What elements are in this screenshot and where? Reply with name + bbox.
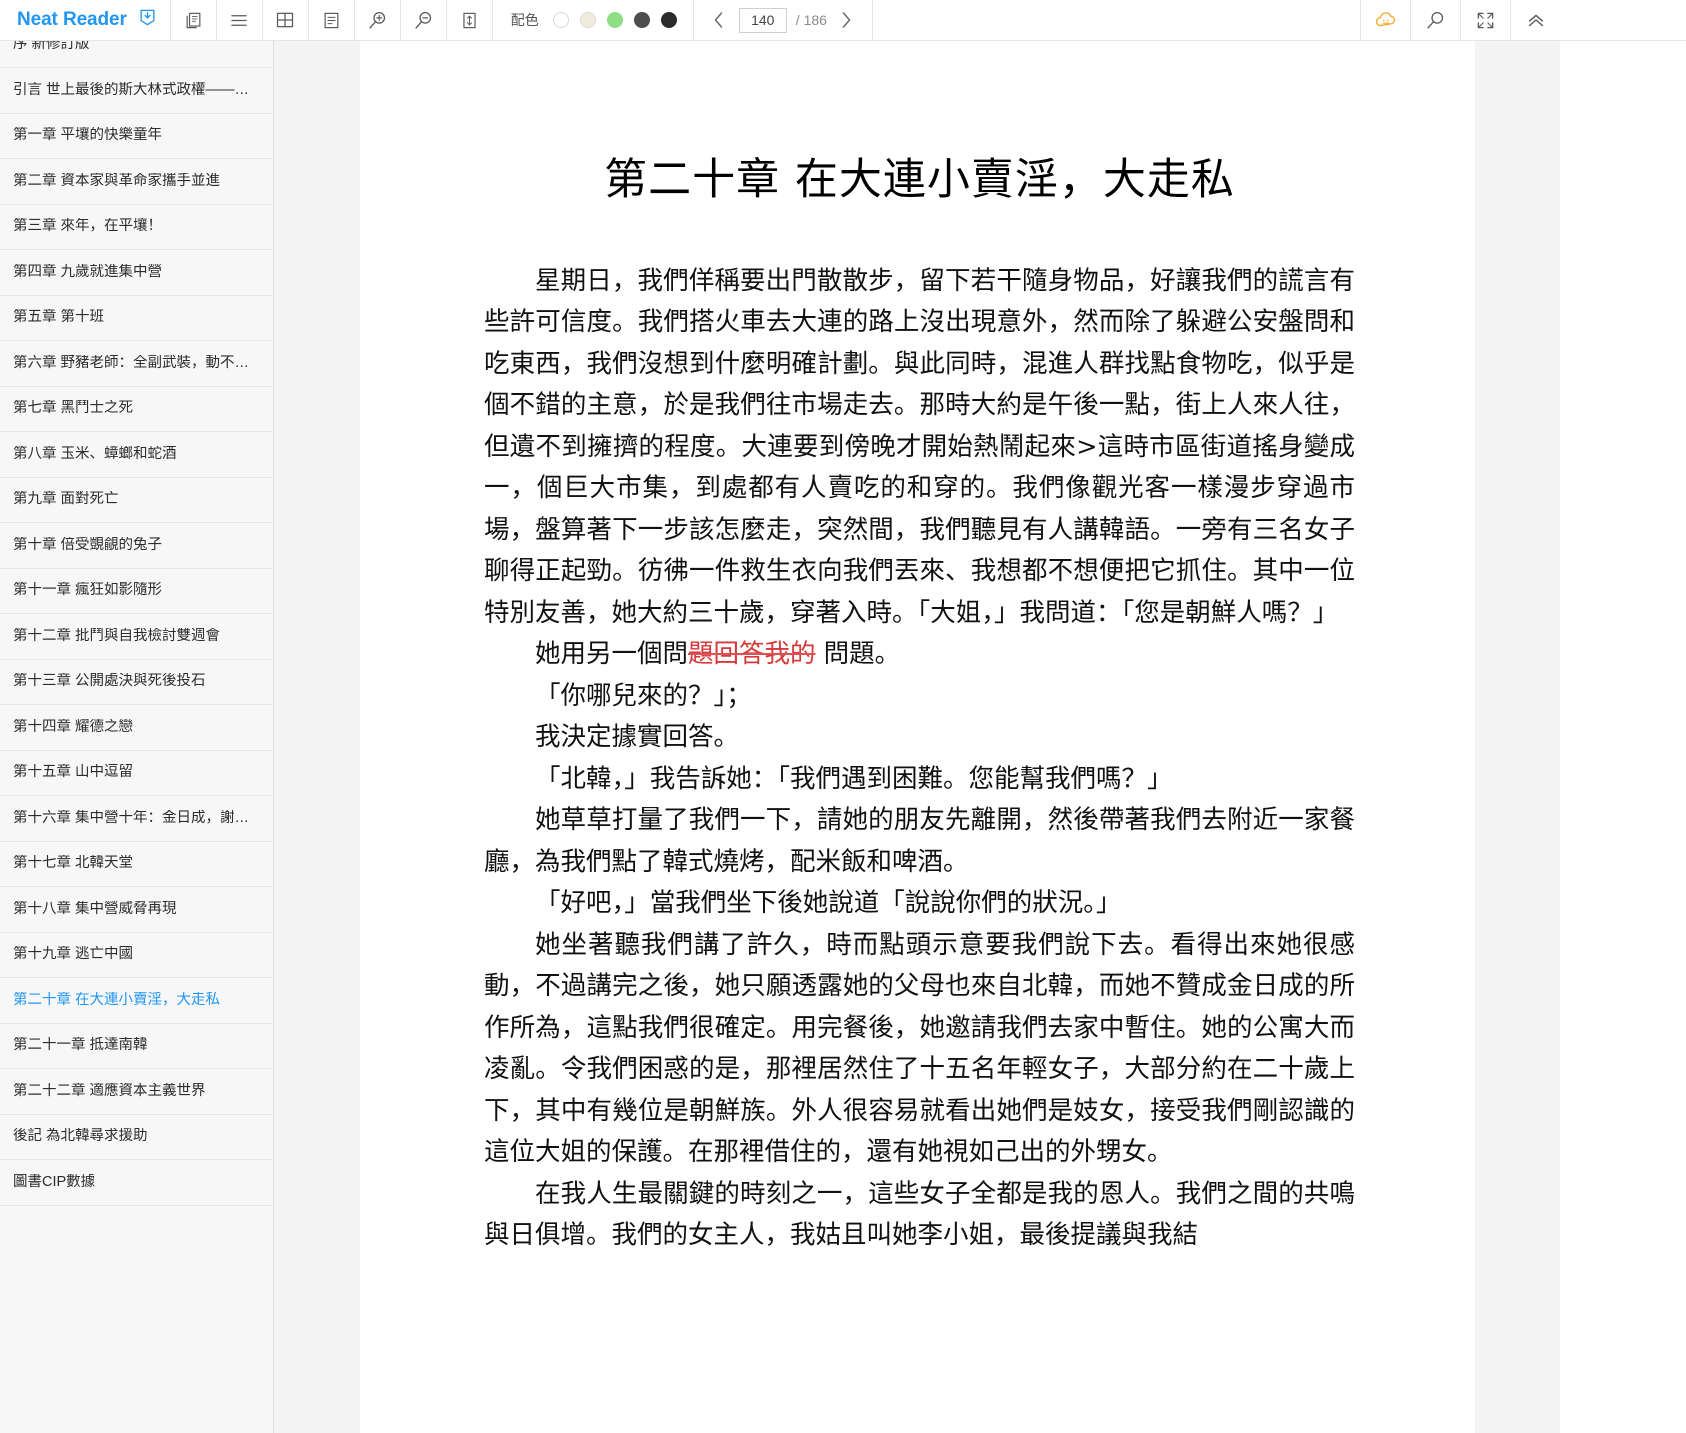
sidebar-item-16[interactable]: 第十四章 耀德之戀 — [0, 705, 273, 751]
top-toolbar: Neat Reader 配色 140 / 186 — [0, 0, 1560, 41]
sidebar-item-17[interactable]: 第十五章 山中逗留 — [0, 751, 273, 796]
save-book-icon[interactable] — [138, 8, 157, 32]
sidebar-item-label: 第二章 資本家與革命家攜手並進 — [13, 172, 221, 189]
toolbar-right-fill — [1560, 0, 1686, 41]
sidebar-item-label: 第八章 玉米、蟑螂和蛇酒 — [13, 445, 177, 462]
swatch-sepia[interactable] — [579, 12, 596, 28]
sidebar-item-5[interactable]: 第三章 來年，在平壤！ — [0, 205, 273, 250]
fullscreen-icon[interactable] — [1460, 0, 1510, 40]
paragraph-1: 星期日，我們佯稱要出門散散步，留下若干隨身物品，好讓我們的謊言有些許可信度。我們… — [484, 265, 1355, 628]
sidebar-item-label: 第一章 平壤的快樂童年 — [13, 127, 163, 144]
sidebar-item-label: 第十一章 瘋狂如影隨形 — [13, 582, 163, 599]
sidebar-item-label: 第四章 九歲就進集中營 — [13, 263, 163, 280]
sidebar-item-label: 圖書CIP數據 — [13, 1173, 96, 1190]
sidebar-item-label: 第十九章 逃亡中國 — [13, 946, 134, 963]
sidebar-item-25[interactable]: 後記 為北韓尋求援助 — [0, 1115, 273, 1160]
paragraph-2: 她用另一個問題回答我的 問題。 — [535, 639, 901, 670]
sidebar-item-label: 第十六章 集中營十年：金日成，謝謝... — [13, 809, 258, 826]
right-margin-strip — [1560, 41, 1686, 1433]
sidebar-item-23[interactable]: 第二十一章 抵達南韓 — [0, 1024, 273, 1069]
grid-layout-icon[interactable] — [263, 0, 309, 40]
zoom-in-icon[interactable] — [355, 0, 401, 40]
sidebar-item-20[interactable]: 第十八章 集中營威脅再現 — [0, 887, 273, 933]
sidebar-item-2[interactable]: 引言 世上最後的斯大林式政權——北韓 — [0, 68, 273, 114]
sidebar-item-label: 後記 為北韓尋求援助 — [13, 1128, 148, 1145]
color-scheme-label: 配色 — [510, 12, 539, 28]
swatch-gray[interactable] — [633, 12, 650, 28]
sidebar-item-label: 第七章 黑鬥士之死 — [13, 400, 134, 417]
sidebar-item-label: 第二十二章 適應資本主義世界 — [13, 1082, 206, 1099]
sidebar-item-18[interactable]: 第十六章 集中營十年：金日成，謝謝... — [0, 796, 273, 842]
sidebar-item-15[interactable]: 第十三章 公開處決與死後投石 — [0, 660, 273, 705]
single-page-icon[interactable] — [309, 0, 355, 40]
sidebar-item-label: 第十五章 山中逗留 — [13, 764, 134, 781]
sidebar-item-label: 第十章 倍受覬覦的兔子 — [13, 536, 163, 553]
zoom-out-icon[interactable] — [401, 0, 447, 40]
sidebar-item-4[interactable]: 第二章 資本家與革命家攜手並進 — [0, 159, 273, 205]
color-scheme-group: 配色 — [493, 0, 694, 40]
paragraph-8: 她坐著聽我們講了許久，時而點頭示意要我們說下去。看得出來她很感動，不過講完之後，… — [484, 929, 1355, 1168]
sidebar-item-label: 引言 世上最後的斯大林式政權——北韓 — [13, 81, 258, 98]
sidebar-item-label: 第三章 來年，在平壤！ — [13, 218, 163, 235]
sidebar-item-label: 第十七章 北韓天堂 — [13, 855, 134, 872]
brand-block[interactable]: Neat Reader — [0, 0, 171, 40]
next-page-button[interactable] — [836, 7, 858, 33]
fit-height-icon[interactable] — [447, 0, 493, 40]
sidebar-item-label: 第五章 第十班 — [13, 309, 105, 326]
copy-icon[interactable] — [171, 0, 217, 40]
struck-text: 題回答我的 — [688, 639, 816, 670]
collapse-up-icon[interactable] — [1510, 0, 1560, 40]
sidebar-item-8[interactable]: 第六章 野豬老師：全副武裝，動不動... — [0, 341, 273, 387]
sidebar-item-10[interactable]: 第八章 玉米、蟑螂和蛇酒 — [0, 432, 273, 478]
paragraph-3: 「你哪兒來的？」； — [535, 680, 752, 711]
page-total-label: / 186 — [795, 12, 827, 28]
page-number-input[interactable] — [738, 7, 787, 33]
toc-list: 序 揭露地獄中的地獄序 新修訂版引言 世上最後的斯大林式政權——北韓第一章 平壤… — [0, 0, 273, 1206]
sidebar-item-22[interactable]: 第二十章 在大連小賣淫，大走私 — [0, 978, 273, 1024]
swatch-list — [552, 12, 677, 28]
sidebar-item-21[interactable]: 第十九章 逃亡中國 — [0, 933, 273, 978]
toc-sidebar[interactable]: 序 揭露地獄中的地獄序 新修訂版引言 世上最後的斯大林式政權——北韓第一章 平壤… — [0, 0, 274, 1433]
sidebar-item-label: 第九章 面對死亡 — [13, 491, 119, 508]
chapter-body: 星期日，我們佯稱要出門散散步，留下若干隨身物品，好讓我們的謊言有些許可信度。我們… — [484, 261, 1355, 1257]
sidebar-item-11[interactable]: 第九章 面對死亡 — [0, 478, 273, 523]
swatch-green[interactable] — [606, 12, 623, 28]
swatch-black[interactable] — [660, 12, 677, 28]
paragraph-6: 她草草打量了我們一下，請她的朋友先離開，然後帶著我們去附近一家餐廳，為我們點了韓… — [484, 805, 1355, 877]
paragraph-9: 在我人生最關鍵的時刻之一，這些女子全都是我的恩人。我們之間的共鳴與日俱增。我們的… — [484, 1178, 1355, 1251]
sidebar-item-26[interactable]: 圖書CIP數據 — [0, 1160, 273, 1206]
book-page: 第二十章 在大連小賣淫，大走私 星期日，我們佯稱要出門散散步，留下若干隨身物品，… — [360, 41, 1475, 1433]
sidebar-item-9[interactable]: 第七章 黑鬥士之死 — [0, 387, 273, 432]
sidebar-item-label: 第六章 野豬老師：全副武裝，動不動... — [13, 354, 258, 371]
sidebar-item-7[interactable]: 第五章 第十班 — [0, 296, 273, 341]
prev-page-button[interactable] — [708, 7, 730, 33]
sidebar-item-19[interactable]: 第十七章 北韓天堂 — [0, 842, 273, 887]
search-icon[interactable] — [1410, 0, 1460, 40]
sidebar-item-label: 第十八章 集中營威脅再現 — [13, 900, 177, 917]
sidebar-item-3[interactable]: 第一章 平壤的快樂童年 — [0, 114, 273, 159]
sidebar-item-label: 第十四章 耀德之戀 — [13, 718, 134, 735]
sidebar-item-14[interactable]: 第十二章 批鬥與自我檢討雙週會 — [0, 614, 273, 660]
sidebar-item-label: 第十二章 批鬥與自我檢討雙週會 — [13, 627, 221, 644]
pager: / 186 — [694, 0, 873, 40]
menu-icon[interactable] — [217, 0, 263, 40]
sidebar-item-label: 第二十章 在大連小賣淫，大走私 — [13, 991, 221, 1008]
sidebar-item-24[interactable]: 第二十二章 適應資本主義世界 — [0, 1069, 273, 1115]
paragraph-5: 「北韓，」我告訴她：「我們遇到困難。您能幫我們嗎？」 — [535, 763, 1173, 794]
sidebar-item-label: 第十三章 公開處決與死後投石 — [13, 673, 206, 690]
page-title: 第二十章 在大連小賣淫，大走私 — [604, 155, 1235, 205]
sidebar-item-13[interactable]: 第十一章 瘋狂如影隨形 — [0, 569, 273, 614]
paragraph-4: 我決定據實回答。 — [535, 722, 740, 753]
swatch-white[interactable] — [552, 12, 569, 28]
paragraph-7: 「好吧，」當我們坐下後她說道「說說你們的狀況。」 — [535, 888, 1122, 919]
sidebar-item-6[interactable]: 第四章 九歲就進集中營 — [0, 250, 273, 296]
sidebar-item-label: 第二十一章 抵達南韓 — [13, 1037, 148, 1054]
sidebar-item-12[interactable]: 第十章 倍受覬覦的兔子 — [0, 523, 273, 569]
toolbar-right-group — [1360, 0, 1560, 40]
cloud-icon[interactable] — [1360, 0, 1410, 40]
app-title: Neat Reader — [17, 9, 127, 30]
